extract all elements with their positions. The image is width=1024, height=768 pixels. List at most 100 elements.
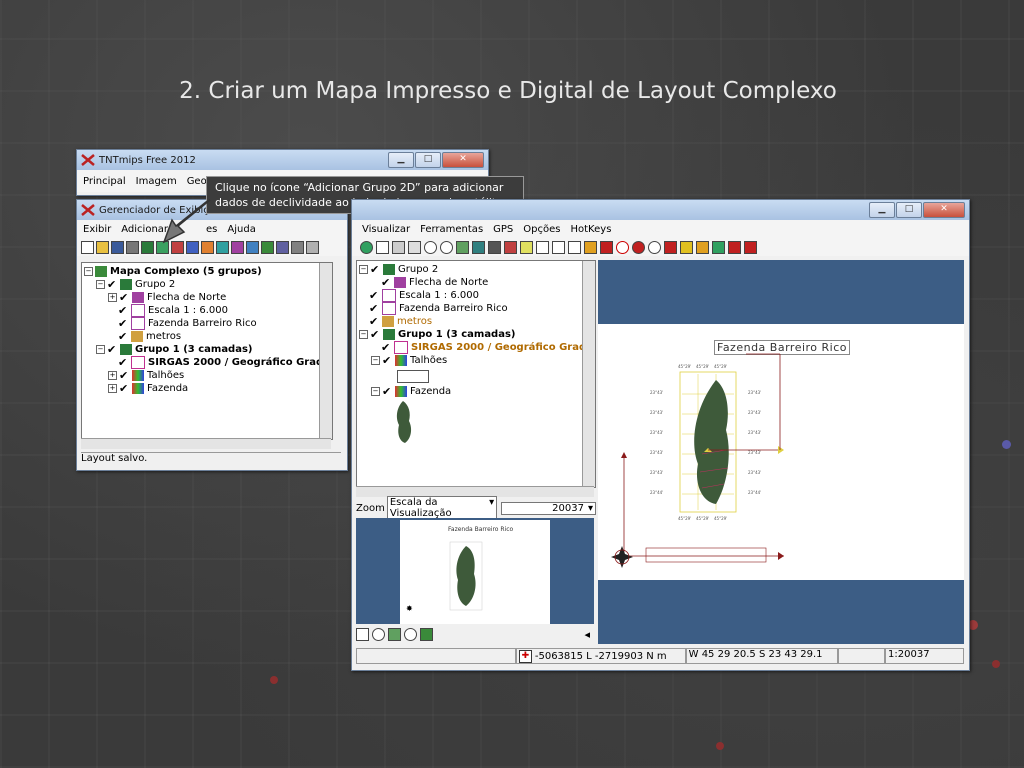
overview-search-icon[interactable] xyxy=(404,627,417,641)
zoom-layer-icon[interactable] xyxy=(472,240,485,254)
checkmark-icon[interactable]: ✔ xyxy=(107,344,118,355)
delete-icon[interactable] xyxy=(632,240,645,254)
zoom-box-icon[interactable] xyxy=(456,240,469,254)
tree-row-metros[interactable]: ✔ metros xyxy=(118,330,181,343)
gps-icon[interactable] xyxy=(504,240,517,254)
checkmark-icon[interactable]: ✔ xyxy=(119,383,130,394)
help-icon[interactable] xyxy=(568,240,581,254)
full-view-icon[interactable] xyxy=(376,240,389,254)
tree-row-grupo-1[interactable]: − ✔ Grupo 1 (3 camadas) xyxy=(359,328,516,341)
menu-hotkeys[interactable]: HotKeys xyxy=(571,224,612,235)
maximize-button[interactable]: □ xyxy=(896,202,922,218)
checkmark-icon[interactable]: ✔ xyxy=(119,292,130,303)
checkmark-icon[interactable]: ✔ xyxy=(382,386,393,397)
collapse-icon[interactable]: − xyxy=(359,265,368,274)
add-grid-icon[interactable] xyxy=(231,240,244,254)
tree-row-sirgas[interactable]: ✔ SIRGAS 2000 / Geográfico Grade xyxy=(381,341,593,354)
tree-row-talhoes[interactable]: − ✔ Talhões xyxy=(371,354,447,367)
tree-row-escala[interactable]: ✔ Escala 1 : 6.000 xyxy=(369,289,479,302)
add-shape-icon[interactable] xyxy=(216,240,229,254)
add-legend-icon[interactable] xyxy=(261,240,274,254)
search-icon[interactable] xyxy=(648,240,661,254)
trash-icon[interactable] xyxy=(126,240,139,254)
new-icon[interactable] xyxy=(81,240,94,254)
menu-visualizar[interactable]: Visualizar xyxy=(362,224,410,235)
menu-imagem[interactable]: Imagem xyxy=(136,176,177,187)
save-icon[interactable] xyxy=(111,240,124,254)
measure-icon[interactable] xyxy=(520,240,533,254)
checkmark-icon[interactable]: ✔ xyxy=(369,303,380,314)
view-tree-vertical-scrollbar[interactable] xyxy=(582,261,595,487)
layout-icon[interactable] xyxy=(712,240,725,254)
tntmips-titlebar[interactable]: TNTmips Free 2012 ▁ □ ✕ xyxy=(77,150,488,170)
add-layer-icon[interactable] xyxy=(141,240,154,254)
checkmark-icon[interactable]: ✔ xyxy=(370,329,381,340)
pencil-icon[interactable] xyxy=(680,240,693,254)
checkmark-icon[interactable]: ✔ xyxy=(118,357,129,368)
close-button[interactable]: ✕ xyxy=(442,152,484,168)
collapse-icon[interactable]: − xyxy=(371,387,380,396)
menu-ajuda[interactable]: Ajuda xyxy=(227,224,255,235)
binoculars-icon[interactable] xyxy=(488,240,501,254)
overview-zoom-box-icon[interactable] xyxy=(388,627,401,641)
checkmark-icon[interactable]: ✔ xyxy=(107,279,118,290)
properties-icon[interactable] xyxy=(306,240,319,254)
tree-row-metros[interactable]: ✔ metros xyxy=(369,315,432,328)
checkmark-icon[interactable]: ✔ xyxy=(119,370,130,381)
tree-row-grupo-2[interactable]: − ✔ Grupo 2 xyxy=(96,278,175,291)
overview-scroll-left-icon[interactable]: ◂ xyxy=(584,628,590,641)
overview-layout-icon[interactable] xyxy=(356,627,369,641)
stop-icon[interactable] xyxy=(616,240,629,254)
tree-row-fazenda[interactable]: − ✔ Fazenda xyxy=(371,385,451,398)
view-titlebar[interactable]: ▁ □ ✕ xyxy=(352,200,969,220)
tree-row-talhoes[interactable]: + ✔ Talhões xyxy=(108,369,184,382)
expand-icon[interactable]: + xyxy=(108,371,117,380)
open-icon[interactable] xyxy=(96,240,109,254)
tree-row-flecha[interactable]: + ✔ Flecha de Norte xyxy=(108,291,226,304)
pan-icon[interactable] xyxy=(392,240,405,254)
collapse-icon[interactable]: − xyxy=(96,345,105,354)
maximize-button[interactable]: □ xyxy=(415,152,441,168)
gps-position-icon[interactable]: ✚ xyxy=(518,649,532,663)
back-icon[interactable] xyxy=(584,240,597,254)
redraw-icon[interactable] xyxy=(360,240,373,254)
map-canvas[interactable]: Fazenda Barreiro Rico 23°43' 23°43' 23°4… xyxy=(598,260,964,644)
menu-exibir[interactable]: Exibir xyxy=(83,224,111,235)
zoom-value-field[interactable]: 20037 ▾ xyxy=(501,501,596,515)
tree-row-flecha[interactable]: ✔ Flecha de Norte xyxy=(381,276,488,289)
zoom-in-icon[interactable] xyxy=(424,240,437,254)
zoom-1x-icon[interactable] xyxy=(408,240,421,254)
checkmark-icon[interactable]: ✔ xyxy=(118,305,129,316)
checkmark-icon[interactable]: ✔ xyxy=(382,355,393,366)
checkmark-icon[interactable]: ✔ xyxy=(369,316,380,327)
tree-vertical-scrollbar[interactable] xyxy=(319,263,332,439)
tree-horizontal-scrollbar[interactable] xyxy=(81,438,331,449)
minimize-button[interactable]: ▁ xyxy=(388,152,414,168)
menu-gps[interactable]: GPS xyxy=(493,224,513,235)
collapse-icon[interactable]: − xyxy=(84,267,93,276)
forward-icon[interactable] xyxy=(600,240,613,254)
tree-row-fazenda-barreiro[interactable]: ✔ Fazenda Barreiro Rico xyxy=(369,302,508,315)
tree-row-sirgas[interactable]: ✔ SIRGAS 2000 / Geográfico Grade xyxy=(118,356,330,369)
menu-ferramentas[interactable]: Ferramentas xyxy=(420,224,483,235)
checkmark-icon[interactable]: ✔ xyxy=(370,264,381,275)
tree-row-escala[interactable]: ✔ Escala 1 : 6.000 xyxy=(118,304,228,317)
checkmark-icon[interactable]: ✔ xyxy=(381,342,392,353)
checkmark-icon[interactable]: ✔ xyxy=(381,277,392,288)
zoom-mode-select[interactable]: Escala da Visualização ▾ xyxy=(386,496,498,520)
zoom-out-icon[interactable] xyxy=(440,240,453,254)
add-scale-icon[interactable] xyxy=(276,240,289,254)
collapse-icon[interactable]: − xyxy=(371,356,380,365)
collapse-icon[interactable]: − xyxy=(359,330,368,339)
menu-opcoes[interactable]: Opções xyxy=(523,224,560,235)
add-north-icon[interactable] xyxy=(291,240,304,254)
edit-icon[interactable] xyxy=(696,240,709,254)
checkmark-icon[interactable]: ✔ xyxy=(118,331,129,342)
checkmark-icon[interactable]: ✔ xyxy=(118,318,129,329)
tree-row-grupo-2[interactable]: − ✔ Grupo 2 xyxy=(359,263,438,276)
tree-row-fazenda-barreiro[interactable]: ✔ Fazenda Barreiro Rico xyxy=(118,317,257,330)
collapse-icon[interactable]: − xyxy=(96,280,105,289)
tree-row-mapa-complexo[interactable]: − Mapa Complexo (5 grupos) xyxy=(84,265,262,278)
crosshair-icon[interactable] xyxy=(552,240,565,254)
add-text-icon[interactable] xyxy=(246,240,259,254)
